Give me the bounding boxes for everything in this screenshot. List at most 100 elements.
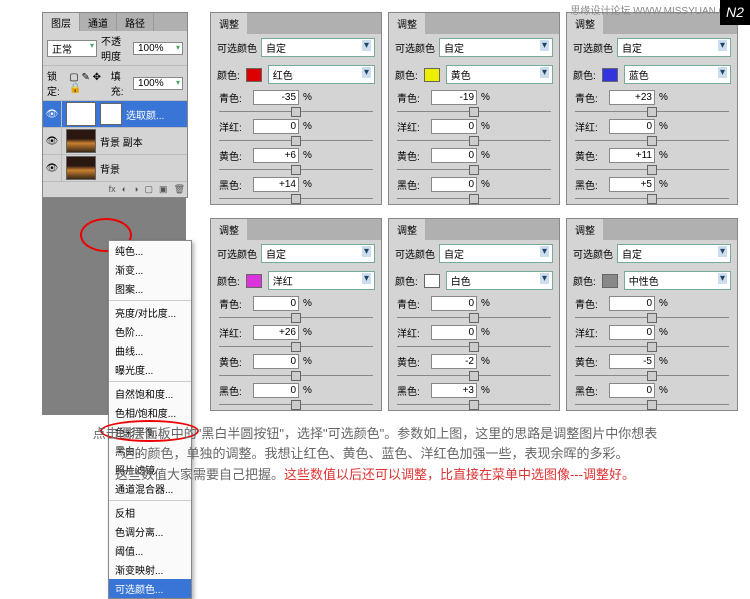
color-select[interactable]: 黄色 (446, 65, 553, 84)
preset-select[interactable]: 自定 (261, 38, 375, 57)
menu-item[interactable]: 色相/饱和度... (109, 403, 191, 422)
fill-input[interactable]: 100% (133, 77, 183, 90)
menu-item[interactable]: 色调分离... (109, 522, 191, 541)
blend-mode-select[interactable]: 正常 (47, 40, 97, 57)
slider-value[interactable] (253, 383, 299, 398)
menu-item[interactable]: 色阶... (109, 322, 191, 341)
slider[interactable] (575, 165, 729, 175)
menu-item[interactable]: 亮度/对比度... (109, 303, 191, 322)
slider-value[interactable] (609, 148, 655, 163)
slider-value[interactable] (431, 90, 477, 105)
slider-value[interactable] (431, 119, 477, 134)
menu-item[interactable]: 渐变... (109, 260, 191, 279)
slider-value[interactable] (253, 119, 299, 134)
color-select[interactable]: 蓝色 (624, 65, 731, 84)
slider[interactable] (219, 194, 373, 204)
menu-item[interactable]: 阈值... (109, 541, 191, 560)
color-select[interactable]: 白色 (446, 271, 553, 290)
slider[interactable] (397, 194, 551, 204)
slider[interactable] (397, 136, 551, 146)
slider[interactable] (575, 136, 729, 146)
slider-value[interactable] (609, 177, 655, 192)
slider[interactable] (219, 400, 373, 410)
menu-item[interactable]: 可选颜色... (109, 579, 191, 598)
slider-value[interactable] (609, 354, 655, 369)
slider[interactable] (397, 371, 551, 381)
menu-item[interactable]: 纯色... (109, 241, 191, 260)
visibility-icon[interactable]: 👁 (43, 128, 62, 154)
preset-select[interactable]: 自定 (617, 38, 731, 57)
slider-value[interactable] (253, 325, 299, 340)
preset-select[interactable]: 自定 (439, 38, 553, 57)
opacity-input[interactable]: 100% (133, 42, 183, 55)
trash-icon[interactable]: 🗑 (174, 184, 185, 195)
slider[interactable] (219, 371, 373, 381)
slider[interactable] (219, 136, 373, 146)
slider-value[interactable] (253, 90, 299, 105)
layer-item[interactable]: 👁◐选取颜... (43, 101, 187, 128)
pct: % (303, 92, 312, 103)
slider-value[interactable] (609, 90, 655, 105)
visibility-icon[interactable]: 👁 (43, 155, 62, 181)
slider[interactable] (397, 107, 551, 117)
slider-value[interactable] (253, 148, 299, 163)
slider-value[interactable] (431, 383, 477, 398)
preset-select[interactable]: 自定 (261, 244, 375, 263)
layer-item[interactable]: 👁背景 (43, 155, 187, 182)
tab-adjust[interactable]: 调整 (211, 219, 247, 240)
slider[interactable] (219, 313, 373, 323)
layer-item[interactable]: 👁背景 副本 (43, 128, 187, 155)
slider[interactable] (397, 342, 551, 352)
visibility-icon[interactable]: 👁 (43, 101, 62, 127)
slider[interactable] (397, 165, 551, 175)
folder-icon[interactable]: ▢ (145, 184, 154, 195)
slider-label: 黑色: (575, 177, 605, 192)
menu-item[interactable]: 曲线... (109, 341, 191, 360)
slider[interactable] (575, 400, 729, 410)
slider[interactable] (219, 165, 373, 175)
menu-item[interactable]: 图案... (109, 279, 191, 298)
slider-value[interactable] (253, 354, 299, 369)
preset-select[interactable]: 自定 (439, 244, 553, 263)
slider-value[interactable] (431, 148, 477, 163)
slider-value[interactable] (431, 325, 477, 340)
slider[interactable] (219, 342, 373, 352)
preset-select[interactable]: 自定 (617, 244, 731, 263)
slider-value[interactable] (609, 119, 655, 134)
slider[interactable] (397, 400, 551, 410)
slider-value[interactable] (609, 325, 655, 340)
tab-adjust[interactable]: 调整 (389, 219, 425, 240)
slider[interactable] (575, 342, 729, 352)
color-select[interactable]: 洋红 (268, 271, 375, 290)
color-select[interactable]: 红色 (268, 65, 375, 84)
menu-item[interactable]: 反相 (109, 503, 191, 522)
color-select[interactable]: 中性色 (624, 271, 731, 290)
fx-icon[interactable]: fx (109, 184, 116, 195)
new-layer-icon[interactable]: ▣ (159, 184, 168, 195)
tab-adjust[interactable]: 调整 (389, 13, 425, 34)
menu-item[interactable]: 自然饱和度... (109, 384, 191, 403)
tab-adjust[interactable]: 调整 (211, 13, 247, 34)
slider[interactable] (575, 313, 729, 323)
tab-paths[interactable]: 路径 (117, 13, 154, 31)
slider-value[interactable] (609, 296, 655, 311)
adjustment-icon[interactable]: ◑ (133, 184, 138, 195)
tab-adjust[interactable]: 调整 (567, 219, 603, 240)
lock-icons[interactable]: ▢ ✎ ✥ 🔒 (69, 72, 107, 94)
menu-item[interactable]: 渐变映射... (109, 560, 191, 579)
menu-item[interactable]: 曝光度... (109, 360, 191, 379)
slider[interactable] (219, 107, 373, 117)
tab-channels[interactable]: 通道 (80, 13, 117, 31)
slider-value[interactable] (253, 177, 299, 192)
slider[interactable] (575, 194, 729, 204)
tab-layers[interactable]: 图层 (43, 13, 80, 31)
slider-value[interactable] (431, 296, 477, 311)
slider-value[interactable] (609, 383, 655, 398)
slider-value[interactable] (253, 296, 299, 311)
slider[interactable] (575, 107, 729, 117)
slider-value[interactable] (431, 354, 477, 369)
mask-icon[interactable]: ◐ (122, 184, 127, 195)
slider[interactable] (397, 313, 551, 323)
slider-value[interactable] (431, 177, 477, 192)
slider[interactable] (575, 371, 729, 381)
